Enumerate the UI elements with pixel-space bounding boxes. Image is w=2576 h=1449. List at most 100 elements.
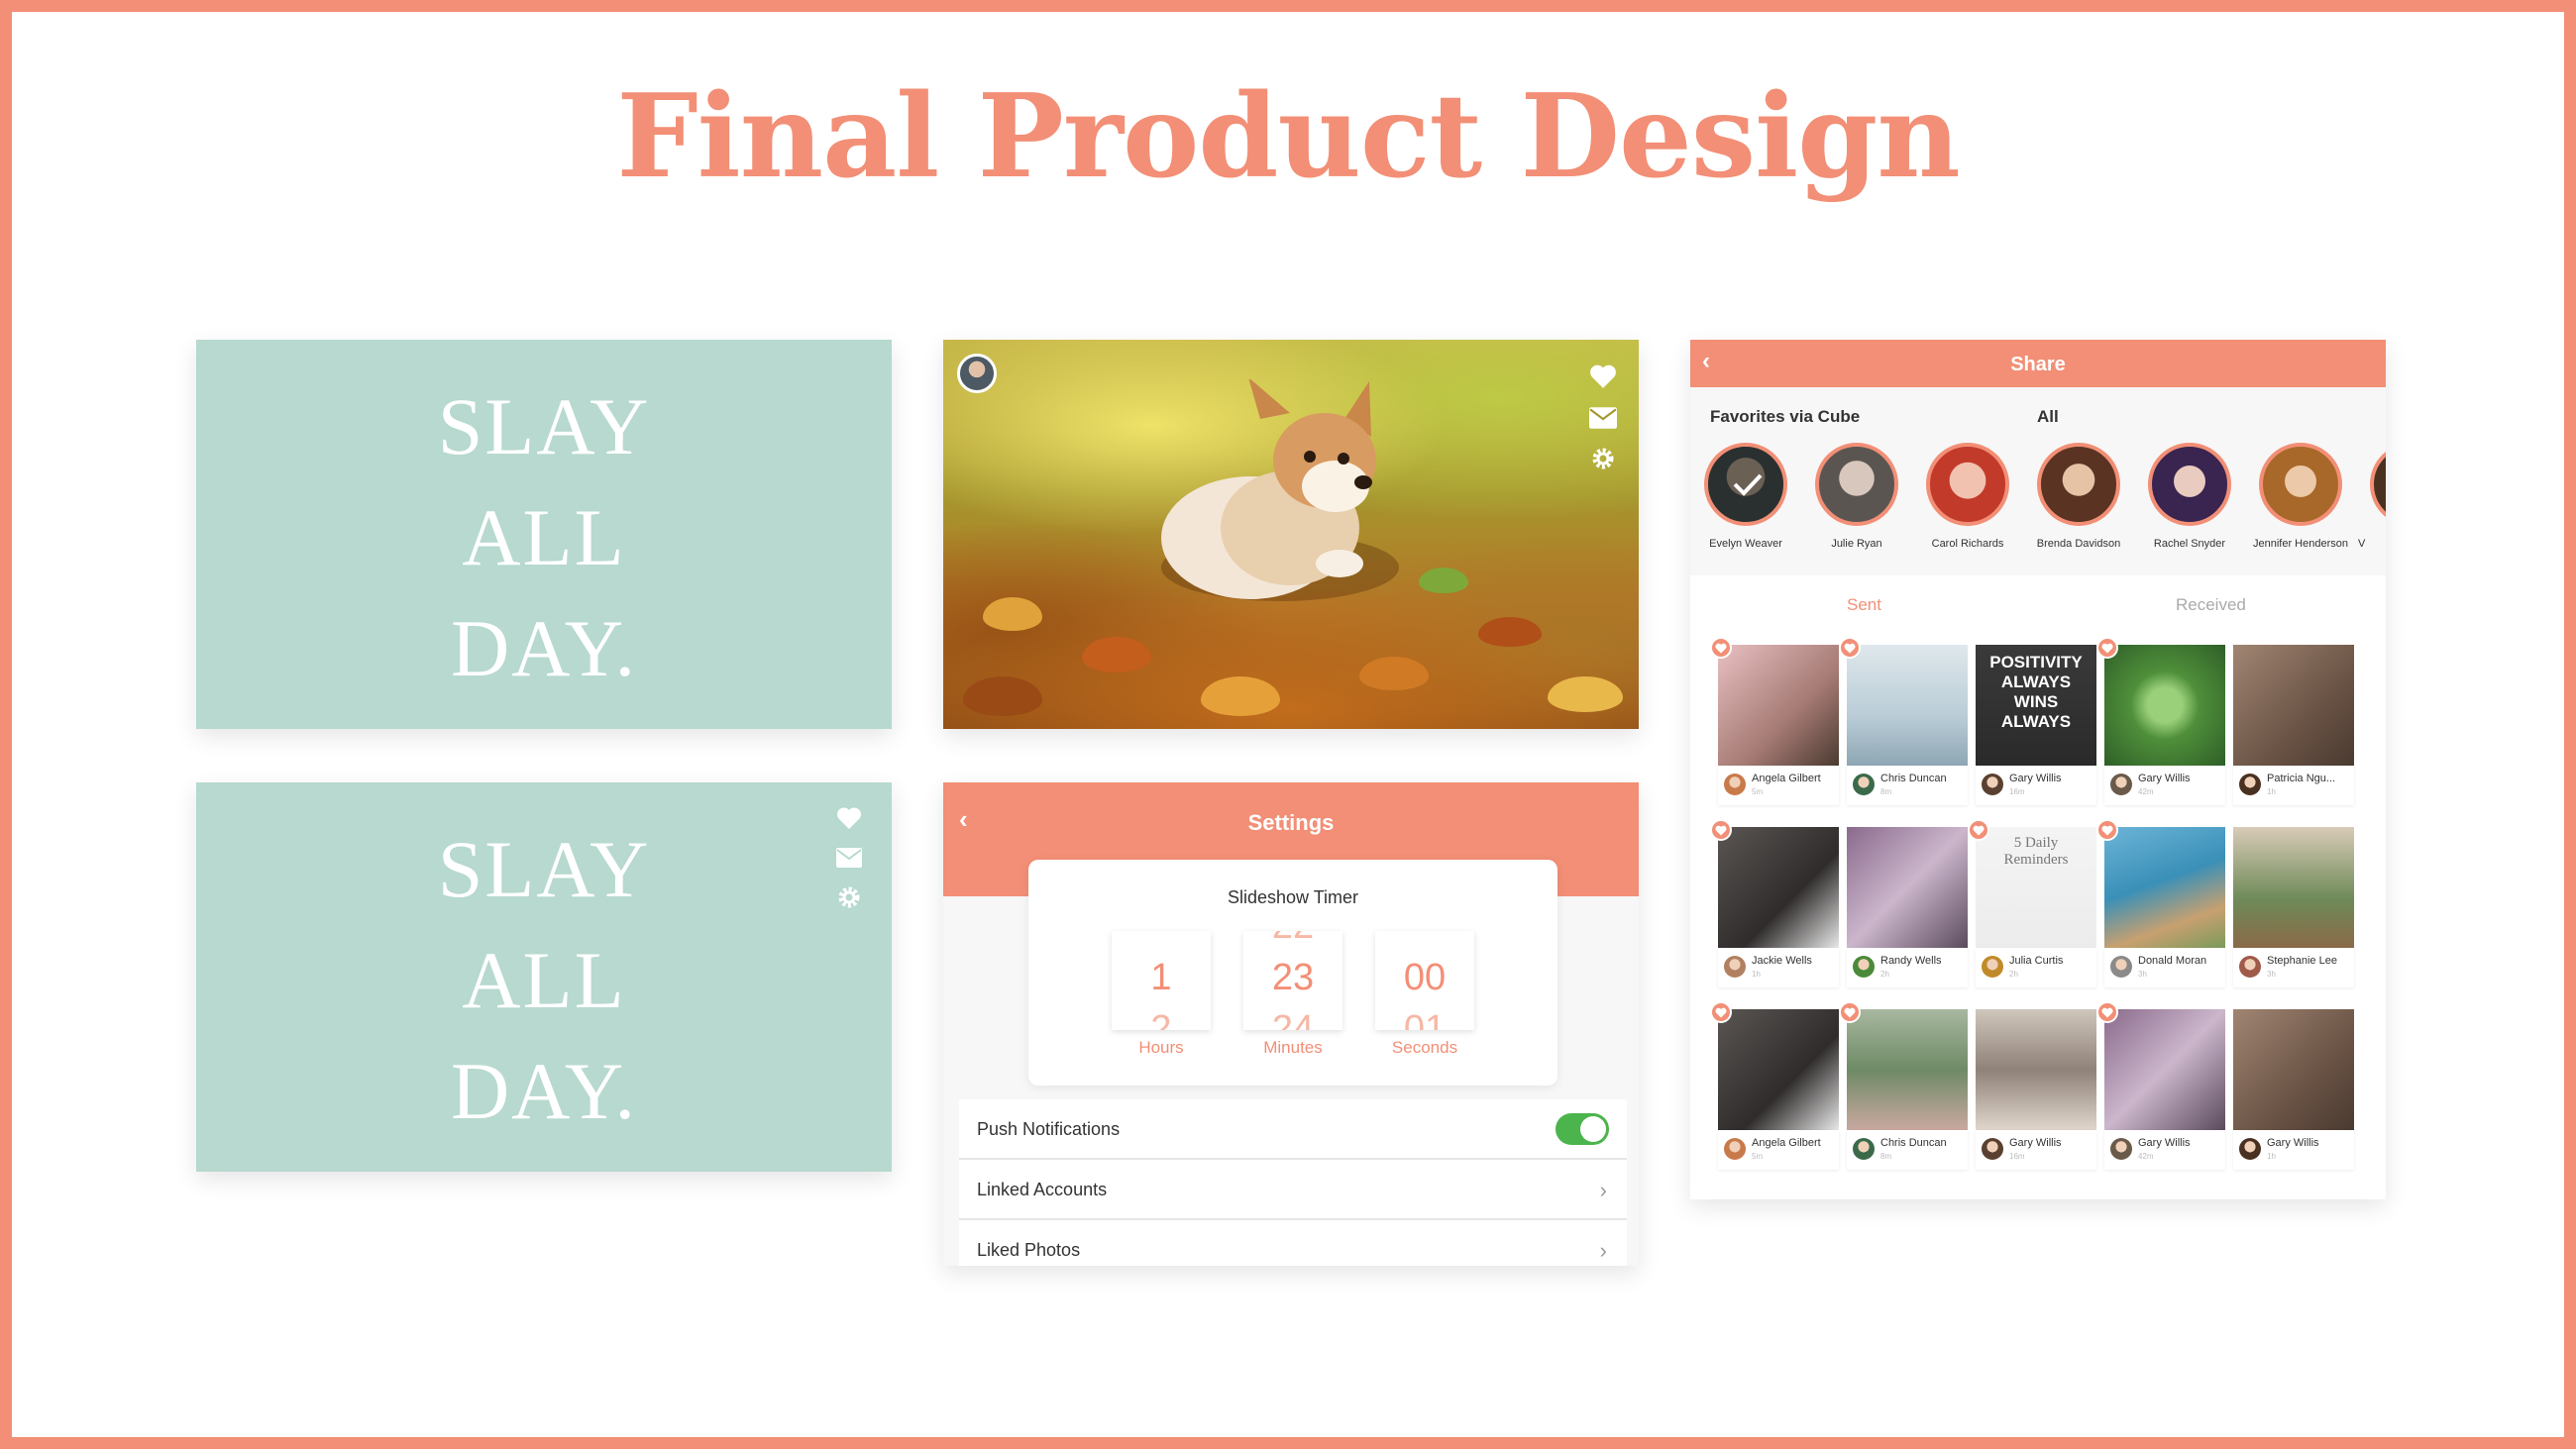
shared-photo-tile[interactable]: Gary Willis 42m xyxy=(2096,637,2225,805)
tab-received[interactable]: Received xyxy=(2176,595,2246,615)
minutes-picker[interactable]: 22 23 24 xyxy=(1243,931,1342,1030)
shared-photo-tile[interactable]: Randy Wells 2h xyxy=(1847,827,1968,987)
shared-photo-tile[interactable]: Stephanie Lee 3h xyxy=(2233,827,2354,987)
photo-actions xyxy=(1589,363,1617,470)
favorites-strip: Favorites via Cube All Evelyn Weaver Jul… xyxy=(1690,387,2386,575)
contact-rachel-snyder[interactable]: Rachel Snyder xyxy=(2134,443,2245,550)
sent-time: 3h xyxy=(2138,970,2147,979)
shared-photo-tile[interactable]: Patricia Ngu... 1h xyxy=(2233,645,2354,805)
leaf xyxy=(1478,617,1542,647)
heart-badge-icon xyxy=(1968,819,1989,841)
contact-name: Brenda Davidson xyxy=(2036,538,2121,550)
shared-photo-tile[interactable]: Gary Willis 1h xyxy=(2233,1009,2354,1170)
shared-photo-tile[interactable]: Chris Duncan 8m xyxy=(1839,1001,1968,1170)
wallpaper-card-top[interactable]: SLAY ALL DAY. xyxy=(196,340,892,729)
contact-name: V xyxy=(2358,538,2366,550)
gear-icon[interactable] xyxy=(1591,447,1615,470)
contact-julie-ryan[interactable]: Julie Ryan xyxy=(1801,443,1912,550)
leaf xyxy=(1082,637,1151,673)
shared-photo-tile[interactable]: 5 Daily Reminders Julia Curtis 2h xyxy=(1968,819,2096,987)
tile-caption: Chris Duncan 8m xyxy=(1847,1130,1968,1170)
contact-evelyn-weaver[interactable]: Evelyn Weaver xyxy=(1690,443,1801,550)
user-avatar[interactable] xyxy=(957,354,997,393)
shared-photo-tile[interactable]: Angela Gilbert 5m xyxy=(1710,637,1839,805)
sent-time: 3h xyxy=(2267,970,2276,979)
chevron-right-icon: › xyxy=(1599,1178,1607,1202)
chevron-right-icon: › xyxy=(1599,1238,1607,1263)
tab-sent[interactable]: Sent xyxy=(1847,595,1881,615)
contact-jennifer-henderson[interactable]: Jennifer Henderson xyxy=(2245,443,2356,550)
sender-name: Gary Willis xyxy=(2138,773,2191,784)
shared-photo-image xyxy=(2104,1009,2225,1130)
heart-icon[interactable] xyxy=(836,806,862,830)
shared-photo-tile[interactable]: Gary Willis 16m xyxy=(1976,1009,2096,1170)
photo-card[interactable] xyxy=(943,340,1639,729)
sender-name: Angela Gilbert xyxy=(1752,773,1821,784)
sender-name: Julia Curtis xyxy=(2009,955,2064,967)
sender-avatar xyxy=(2239,956,2261,978)
mail-icon[interactable] xyxy=(1589,407,1617,429)
shared-photo-image xyxy=(1847,645,1968,766)
sender-avatar xyxy=(2110,956,2132,978)
wallpaper-actions xyxy=(836,806,862,909)
puppy-illustration xyxy=(1161,379,1399,601)
leaf xyxy=(1419,568,1468,593)
contact-partial[interactable]: V xyxy=(2356,443,2386,550)
contact-name: Rachel Snyder xyxy=(2153,538,2226,550)
mail-icon[interactable] xyxy=(836,848,862,868)
shared-photo-image xyxy=(2233,645,2354,766)
tile-caption: Patricia Ngu... 1h xyxy=(2233,766,2354,805)
settings-row-push-notifications[interactable]: Push Notifications xyxy=(959,1099,1627,1160)
sender-avatar xyxy=(1724,774,1746,795)
tile-caption: Jackie Wells 1h xyxy=(1718,948,1839,987)
heart-icon[interactable] xyxy=(1589,363,1617,389)
hours-value: 1 xyxy=(1150,957,1172,998)
settings-row-linked-accounts[interactable]: Linked Accounts › xyxy=(959,1160,1627,1220)
sender-avatar xyxy=(2110,1138,2132,1160)
shared-photo-tile[interactable]: Gary Willis 42m xyxy=(2096,1001,2225,1170)
share-header: ‹ Share xyxy=(1690,340,2386,387)
hours-label: Hours xyxy=(1138,1038,1184,1057)
shared-photo-image xyxy=(2104,645,2225,766)
sender-name: Angela Gilbert xyxy=(1752,1137,1821,1149)
minutes-next: 24 xyxy=(1271,1008,1315,1030)
seconds-value: 00 xyxy=(1403,957,1447,998)
sender-name: Gary Willis xyxy=(2009,1137,2062,1149)
seconds-label: Seconds xyxy=(1391,1038,1458,1057)
contact-brenda-davidson[interactable]: Brenda Davidson xyxy=(2023,443,2134,550)
photo-overlay-text: POSITIVITY ALWAYS WINS ALWAYS xyxy=(1989,653,2083,731)
all-label[interactable]: All xyxy=(2037,407,2059,427)
hours-picker[interactable]: 1 2 xyxy=(1112,931,1211,1030)
wallpaper-line: ALL xyxy=(462,492,626,582)
leaf xyxy=(1548,676,1623,712)
shared-photo-tile[interactable]: Donald Moran 3h xyxy=(2096,819,2225,987)
shared-photo-image xyxy=(1847,1009,1968,1130)
sent-time: 2h xyxy=(1880,970,1889,979)
sender-name: Patricia Ngu... xyxy=(2267,773,2336,784)
shared-photo-tile[interactable]: Angela Gilbert 5m xyxy=(1710,1001,1839,1170)
seconds-picker[interactable]: 00 01 xyxy=(1375,931,1474,1030)
shared-photo-tile[interactable]: Jackie Wells 1h xyxy=(1710,819,1839,987)
sender-avatar xyxy=(2239,1138,2261,1160)
tile-caption: Gary Willis 42m xyxy=(2104,766,2225,805)
sender-name: Gary Willis xyxy=(2009,773,2062,784)
heart-badge-icon xyxy=(1710,1001,1732,1023)
sender-name: Chris Duncan xyxy=(1880,773,1947,784)
sender-avatar xyxy=(1853,774,1875,795)
tile-caption: Angela Gilbert 5m xyxy=(1718,1130,1839,1170)
tile-caption: Donald Moran 3h xyxy=(2104,948,2225,987)
settings-row-liked-photos[interactable]: Liked Photos › xyxy=(959,1220,1627,1266)
sent-time: 2h xyxy=(2009,970,2018,979)
shared-photo-tile[interactable]: POSITIVITY ALWAYS WINS ALWAYS Gary Willis… xyxy=(1976,645,2096,805)
sent-time: 5m xyxy=(1752,787,1764,796)
sent-time: 5m xyxy=(1752,1152,1764,1161)
wallpaper-card-bottom[interactable]: SLAY ALL DAY. xyxy=(196,782,892,1172)
sent-time: 1h xyxy=(2267,787,2276,796)
shared-photo-image xyxy=(2233,827,2354,948)
contact-carol-richards[interactable]: Carol Richards xyxy=(1912,443,2023,550)
push-notifications-toggle[interactable] xyxy=(1556,1113,1609,1145)
gear-icon[interactable] xyxy=(837,885,861,909)
sender-name: Randy Wells xyxy=(1880,955,1942,967)
shared-photo-tile[interactable]: Chris Duncan 8m xyxy=(1839,637,1968,805)
sender-avatar xyxy=(1853,1138,1875,1160)
